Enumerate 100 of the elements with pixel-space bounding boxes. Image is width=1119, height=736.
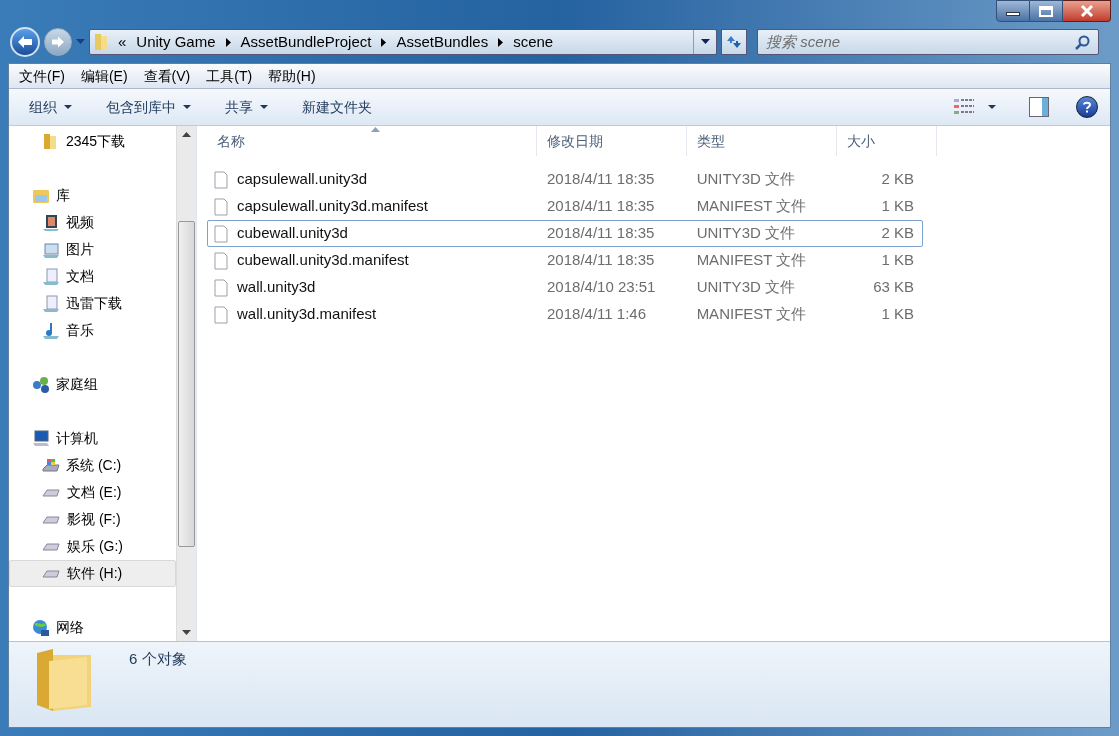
toolbar-button[interactable]: 共享 xyxy=(215,94,278,120)
search-icon xyxy=(1075,34,1090,50)
file-row[interactable]: wall.unity3d.manifest 2018/4/11 1:46 MANIFEST 文件 1 KB xyxy=(207,301,923,328)
toolbar-button[interactable]: 包含到库中 xyxy=(96,94,201,120)
caret-icon xyxy=(64,105,72,109)
file-row[interactable]: capsulewall.unity3d.manifest 2018/4/11 18:35 MANIFEST 文件 1 KB xyxy=(207,193,923,220)
sidebar-item[interactable]: 库 xyxy=(9,182,176,209)
file-size: 2 KB xyxy=(880,169,915,190)
file-type: UNITY3D 文件 xyxy=(695,169,796,190)
sidebar-item[interactable]: 图片 xyxy=(9,236,176,263)
refresh-button[interactable] xyxy=(721,29,747,55)
sidebar-item[interactable]: 系统 (C:) xyxy=(9,452,176,479)
file-size: 1 KB xyxy=(880,196,915,217)
preview-pane-button[interactable] xyxy=(1026,94,1052,120)
toolbar-button[interactable]: 组织 xyxy=(19,94,82,120)
homegroup-icon xyxy=(32,375,50,394)
caret-icon xyxy=(700,39,710,45)
globe-icon xyxy=(32,618,50,637)
scroll-down-icon[interactable] xyxy=(182,630,191,635)
menu-item[interactable]: 查看(V) xyxy=(137,65,197,87)
refresh-icon xyxy=(726,34,742,50)
back-button[interactable] xyxy=(10,27,40,57)
windows-drive-icon xyxy=(42,456,60,475)
video-library-icon xyxy=(42,213,60,232)
caret-icon xyxy=(183,105,191,109)
caret-icon xyxy=(988,105,996,109)
file-name: wall.unity3d.manifest xyxy=(237,304,377,325)
modified-date: 2018/4/10 23:51 xyxy=(546,277,657,298)
column-header[interactable]: 修改日期 xyxy=(537,126,687,156)
maximize-button[interactable] xyxy=(1030,0,1063,22)
preview-pane-icon xyxy=(1029,97,1049,117)
search-field[interactable]: 搜索 scene xyxy=(757,29,1099,55)
overflow-chevron[interactable]: « xyxy=(118,30,127,54)
minimize-button[interactable] xyxy=(996,0,1030,22)
file-size: 1 KB xyxy=(880,304,915,325)
minimize-icon xyxy=(1006,12,1020,16)
details-view-icon xyxy=(954,98,974,116)
music-note-icon xyxy=(42,321,60,340)
sidebar-item[interactable]: 文档 xyxy=(9,263,176,290)
scrollbar[interactable] xyxy=(176,126,196,641)
menu-item[interactable]: 工具(T) xyxy=(200,65,259,87)
forward-button[interactable] xyxy=(44,28,72,56)
scroll-up-icon[interactable] xyxy=(182,132,191,137)
forward-arrow-icon xyxy=(51,36,65,48)
sort-arrow-icon xyxy=(371,127,380,132)
sidebar-item[interactable]: 迅雷下载 xyxy=(9,290,176,317)
sidebar-item[interactable]: 2345下载 xyxy=(9,128,176,155)
drive-icon xyxy=(42,488,60,497)
breadcrumb[interactable]: Unity Game xyxy=(136,30,216,54)
close-icon xyxy=(1079,5,1094,17)
menu-item[interactable]: 文件(F) xyxy=(13,65,71,87)
sidebar-item[interactable]: 软件 (H:) xyxy=(9,560,176,587)
file-icon xyxy=(214,278,228,297)
drive-icon xyxy=(42,542,60,551)
menu-item[interactable]: 帮助(H) xyxy=(262,65,322,87)
toolbar-button[interactable]: 新建文件夹 xyxy=(292,94,382,120)
file-name: wall.unity3d xyxy=(237,277,316,298)
item-count: 6 个对象 xyxy=(129,649,187,669)
breadcrumb[interactable]: AssetBundles xyxy=(396,30,489,54)
computer-icon xyxy=(32,429,50,448)
sidebar-item[interactable]: 视频 xyxy=(9,209,176,236)
column-header[interactable]: 大小 xyxy=(837,126,937,156)
file-size: 63 KB xyxy=(872,277,915,298)
back-arrow-icon xyxy=(17,35,33,49)
sidebar-item[interactable]: 娱乐 (G:) xyxy=(9,533,176,560)
close-button[interactable] xyxy=(1063,0,1111,22)
caret-icon xyxy=(260,105,268,109)
file-row[interactable]: wall.unity3d 2018/4/10 23:51 UNITY3D 文件 63 KB xyxy=(207,274,923,301)
file-type: UNITY3D 文件 xyxy=(695,277,796,298)
file-row[interactable]: capsulewall.unity3d 2018/4/11 18:35 UNITY3D 文件 2 KB xyxy=(207,166,923,193)
file-row[interactable]: cubewall.unity3d.manifest 2018/4/11 18:35 MANIFEST 文件 1 KB xyxy=(207,247,923,274)
sidebar-item[interactable]: 文档 (E:) xyxy=(9,479,176,506)
column-header[interactable]: 类型 xyxy=(687,126,837,156)
sidebar-item[interactable]: 音乐 xyxy=(9,317,176,344)
file-type: MANIFEST 文件 xyxy=(695,304,808,325)
file-size: 1 KB xyxy=(880,250,915,271)
sidebar-item[interactable]: 计算机 xyxy=(9,425,176,452)
file-icon xyxy=(214,224,228,243)
file-icon xyxy=(214,251,228,270)
file-type: MANIFEST 文件 xyxy=(695,250,808,271)
chevron-icon xyxy=(225,37,231,47)
sidebar-item[interactable]: 影视 (F:) xyxy=(9,506,176,533)
scroll-thumb[interactable] xyxy=(178,221,195,547)
address-bar[interactable]: « Unity Game AssetBundleProject AssetBundles scene xyxy=(89,29,717,55)
file-type: UNITY3D 文件 xyxy=(695,223,796,244)
drive-icon xyxy=(42,569,60,578)
sidebar-item[interactable]: 网络 xyxy=(9,614,176,641)
file-name: cubewall.unity3d.manifest xyxy=(237,250,409,271)
menu-item[interactable]: 编辑(E) xyxy=(74,65,134,87)
breadcrumb[interactable]: scene xyxy=(513,30,554,54)
file-icon xyxy=(214,197,228,216)
documents-icon xyxy=(42,267,60,286)
search-input[interactable]: 搜索 scene xyxy=(766,30,1075,54)
drive-icon xyxy=(42,515,60,524)
modified-date: 2018/4/11 18:35 xyxy=(546,223,656,244)
sidebar-item[interactable]: 家庭组 xyxy=(9,371,176,398)
file-row[interactable]: cubewall.unity3d 2018/4/11 18:35 UNITY3D 文件 2 KB xyxy=(207,220,923,247)
file-name: capsulewall.unity3d xyxy=(237,169,368,190)
column-header[interactable]: 名称 xyxy=(207,126,537,156)
breadcrumb[interactable]: AssetBundleProject xyxy=(240,30,372,54)
